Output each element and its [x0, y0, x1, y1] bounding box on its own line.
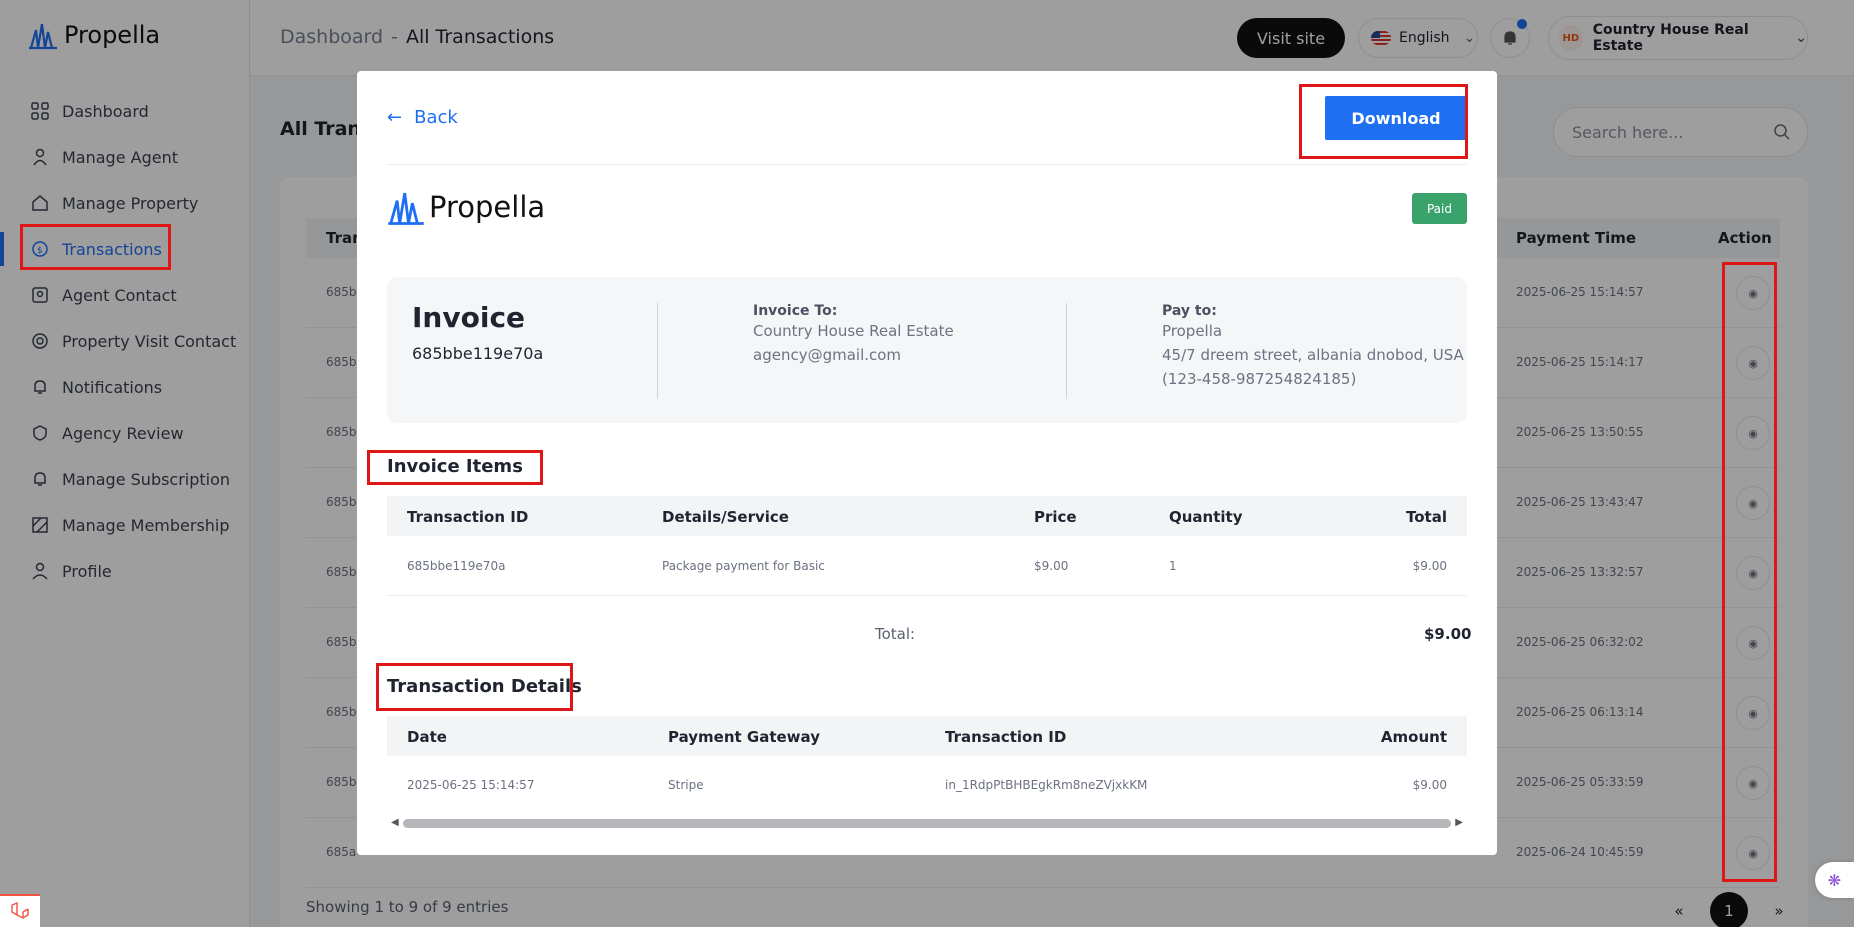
detail-date: 2025-06-25 15:14:57	[407, 778, 535, 792]
pay-to-label: Pay to:	[1162, 303, 1217, 319]
annotation-box-download	[1299, 84, 1468, 159]
detail-transaction-id: in_1RdpPtBHBEgkRm8neZVjxkKM	[945, 778, 1148, 792]
pay-to-address: 45/7 dreem street, albania dnobod, USA	[1162, 346, 1464, 364]
column-header-payment-gateway: Payment Gateway	[668, 728, 820, 746]
invoice-brand: Propella	[387, 188, 545, 226]
annotation-box-invoice-items	[367, 450, 543, 485]
scroll-right-icon[interactable]: ▶	[1455, 817, 1463, 828]
detail-amount: $9.00	[1412, 778, 1447, 792]
invoice-to-block: Invoice To: Country House Real Estate ag…	[753, 303, 954, 367]
pay-to-phone: (123-458-987254824185)	[1162, 370, 1357, 388]
annotation-box-transactions	[20, 224, 171, 270]
invoice-to-label: Invoice To:	[753, 303, 838, 319]
transaction-details-header: Date Payment Gateway Transaction ID Amou…	[387, 716, 1467, 756]
column-header-transaction-id: Transaction ID	[945, 728, 1067, 746]
invoice-id: 685bbe119e70a	[412, 344, 544, 363]
propella-logo-icon	[388, 192, 424, 225]
column-header-total: Total	[1406, 508, 1447, 526]
scrollbar-thumb[interactable]	[403, 819, 1451, 828]
detail-gateway: Stripe	[668, 778, 704, 792]
status-badge: Paid	[1412, 193, 1467, 224]
assistant-button[interactable]: ❋	[1815, 862, 1854, 898]
item-total: $9.00	[1412, 559, 1447, 573]
arrow-left-icon: ←	[387, 107, 403, 128]
scroll-left-icon[interactable]: ◀	[391, 817, 399, 828]
column-header-date: Date	[407, 728, 447, 746]
item-details: Package payment for Basic	[662, 559, 825, 573]
laravel-icon	[11, 901, 29, 919]
pay-to-block: Pay to: Propella 45/7 dreem street, alba…	[1162, 303, 1464, 391]
back-button[interactable]: ← Back	[387, 107, 458, 128]
brain-icon: ❋	[1827, 870, 1842, 890]
divider	[1066, 303, 1067, 399]
invoice-title: Invoice	[412, 301, 526, 334]
item-price: $9.00	[1034, 559, 1069, 573]
item-transaction-id: 685bbe119e70a	[407, 559, 506, 573]
table-row: 2025-06-25 15:14:57 Stripe in_1RdpPtBHBE…	[387, 756, 1467, 816]
table-row: 685bbe119e70a Package payment for Basic …	[387, 536, 1467, 596]
invoice-brand-name: Propella	[429, 190, 546, 224]
column-header-transaction-id: Transaction ID	[407, 508, 529, 526]
invoice-to-name: Country House Real Estate	[753, 322, 954, 340]
debug-bar-toggle[interactable]	[0, 894, 40, 927]
column-header-price: Price	[1034, 508, 1077, 526]
back-label: Back	[414, 107, 458, 128]
pay-to-name: Propella	[1162, 322, 1223, 340]
column-header-amount: Amount	[1380, 728, 1447, 746]
column-header-quantity: Quantity	[1169, 508, 1243, 526]
invoice-summary: Invoice 685bbe119e70a Invoice To: Countr…	[387, 277, 1467, 423]
divider	[387, 164, 1467, 165]
annotation-box-transaction-details	[376, 663, 573, 711]
total-label: Total:	[875, 625, 916, 643]
item-quantity: 1	[1169, 559, 1177, 573]
column-header-details: Details/Service	[662, 508, 789, 526]
horizontal-scrollbar[interactable]: ◀ ▶	[387, 815, 1467, 831]
invoice-to-email: agency@gmail.com	[753, 346, 902, 364]
invoice-items-header: Transaction ID Details/Service Price Qua…	[387, 496, 1467, 536]
total-value: $9.00	[1424, 625, 1472, 643]
annotation-box-action-column	[1722, 262, 1777, 882]
divider	[657, 303, 658, 399]
